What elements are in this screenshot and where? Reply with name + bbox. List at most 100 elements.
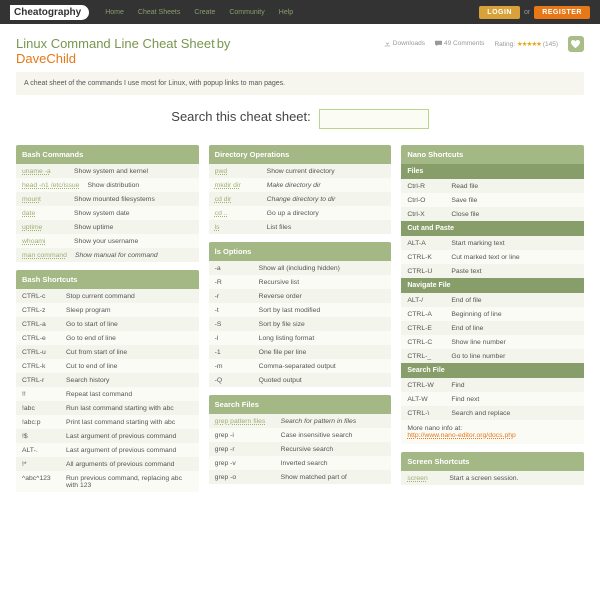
description: Recursive list (259, 279, 386, 286)
description: List files (267, 224, 386, 231)
key: -l (215, 335, 251, 342)
key: -r (215, 293, 251, 300)
description: Search for pattern in files (281, 418, 386, 425)
description: Quoted output (259, 377, 386, 384)
bash-shortcuts-header: Bash Shortcuts (16, 270, 199, 289)
command[interactable]: uname -a (22, 168, 66, 175)
key: ALT-. (22, 447, 58, 454)
table-row: CTRL-eGo to end of line (16, 331, 199, 345)
table-row: dateShow system date (16, 206, 199, 220)
register-button[interactable]: REGISTER (534, 6, 590, 19)
command[interactable]: screen (407, 475, 441, 482)
key: ALT-/ (407, 297, 443, 304)
table-row: -SSort by file size (209, 317, 392, 331)
description: Show all (including hidden) (259, 265, 386, 272)
command[interactable]: date (22, 210, 66, 217)
table-row: CTRL-EEnd of line (401, 321, 584, 335)
downloads-link[interactable]: Downloads (384, 40, 425, 47)
description: Find next (451, 396, 578, 403)
command: grep -i (215, 432, 273, 439)
key: CTRL-u (22, 349, 58, 356)
description: Make directory dir (267, 182, 386, 189)
description: Recursive search (281, 446, 386, 453)
table-row: CTRL-ABeginning of line (401, 307, 584, 321)
nav-home[interactable]: Home (99, 5, 130, 20)
description: Find (451, 382, 578, 389)
key: Ctrl-O (407, 197, 443, 204)
description: Cut to end of line (66, 363, 193, 370)
table-row: whoamiShow your username (16, 234, 199, 248)
key: ALT-W (407, 396, 443, 403)
table-row: CTRL-CShow line number (401, 335, 584, 349)
description: Go to line number (451, 353, 578, 360)
comment-icon (435, 40, 442, 47)
logo[interactable]: Cheatography (10, 5, 89, 20)
author-link[interactable]: DaveChild (16, 51, 76, 66)
table-row: grep -iCase insensitive search (209, 428, 392, 442)
command: grep -r (215, 446, 273, 453)
command[interactable]: mkdir dir (215, 182, 259, 189)
nav-community[interactable]: Community (223, 5, 270, 20)
table-row: ^abc^123Run previous command, replacing … (16, 471, 199, 492)
columns: Bash Commands uname -a Show system and ke… (16, 145, 584, 492)
title-bar: Linux Command Line Cheat Sheet by DaveCh… (16, 36, 584, 66)
meta: Downloads 49 Comments Rating: ★★★★★ (145… (384, 36, 584, 52)
top-bar: Cheatography Home Cheat Sheets Create Co… (0, 0, 600, 24)
nano-docs-link[interactable]: http://www.nano-editor.org/docs.php (407, 432, 515, 439)
nano-note: More nano info at: http://www.nano-edito… (401, 420, 584, 444)
search-input[interactable] (319, 109, 429, 129)
table-row: ALT-AStart marking text (401, 236, 584, 250)
key: !! (22, 391, 58, 398)
key: CTRL-k (22, 363, 58, 370)
description: Save file (451, 197, 578, 204)
description: End of file (451, 297, 578, 304)
table-row: grep -r Recursive search (209, 442, 392, 456)
key: -t (215, 307, 251, 314)
description: Cut marked text or line (451, 254, 578, 261)
ls-options-header: ls Options (209, 242, 392, 261)
nav-cheat-sheets[interactable]: Cheat Sheets (132, 5, 186, 20)
command[interactable]: mount (22, 196, 66, 203)
login-button[interactable]: LOGIN (479, 6, 520, 19)
command[interactable]: whoami (22, 238, 66, 245)
key: CTRL-\ (407, 410, 443, 417)
description: Show system and kernel (74, 168, 193, 175)
description: Go to end of line (66, 335, 193, 342)
command[interactable]: head -n1 /etc/issue (22, 182, 79, 189)
nano-files-header: Files (401, 164, 584, 179)
bash-commands-header: Bash Commands (16, 145, 199, 164)
nav-help[interactable]: Help (273, 5, 299, 20)
key: CTRL-E (407, 325, 443, 332)
nav-create[interactable]: Create (188, 5, 221, 20)
command[interactable]: cd .. (215, 210, 259, 217)
key: !abc (22, 405, 58, 412)
description: Start marking text (451, 240, 578, 247)
description: Run previous command, replacing abc with… (66, 475, 193, 489)
command[interactable]: pwd (215, 168, 259, 175)
comments-link[interactable]: 49 Comments (435, 40, 484, 47)
command[interactable]: cd dir (215, 196, 259, 203)
description: Sleep program (66, 307, 193, 314)
table-row: -QQuoted output (209, 373, 392, 387)
heart-icon (571, 40, 580, 49)
command[interactable]: uptime (22, 224, 66, 231)
command[interactable]: man command (22, 252, 67, 259)
screen-shortcuts-header: Screen Shortcuts (401, 452, 584, 471)
search-files-header: Search Files (209, 395, 392, 414)
table-row: !*All arguments of previous command (16, 457, 199, 471)
table-row: grep pattern files Search for pattern in … (209, 414, 392, 428)
description: Run last command starting with abc (66, 405, 193, 412)
table-row: CTRL-cStop current command (16, 289, 199, 303)
command[interactable]: ls (215, 224, 259, 231)
description: Sort by last modified (259, 307, 386, 314)
table-row: !$Last argument of previous command (16, 429, 199, 443)
key: !abc:p (22, 419, 58, 426)
description: Show line number (451, 339, 578, 346)
description: Stop current command (66, 293, 193, 300)
column-3: Nano Shortcuts Files Ctrl-RRead fileCtrl… (401, 145, 584, 492)
favorite-button[interactable] (568, 36, 584, 52)
by-label: by (217, 36, 231, 51)
key: CTRL-z (22, 307, 58, 314)
table-row: -RRecursive list (209, 275, 392, 289)
command[interactable]: grep pattern files (215, 418, 273, 425)
